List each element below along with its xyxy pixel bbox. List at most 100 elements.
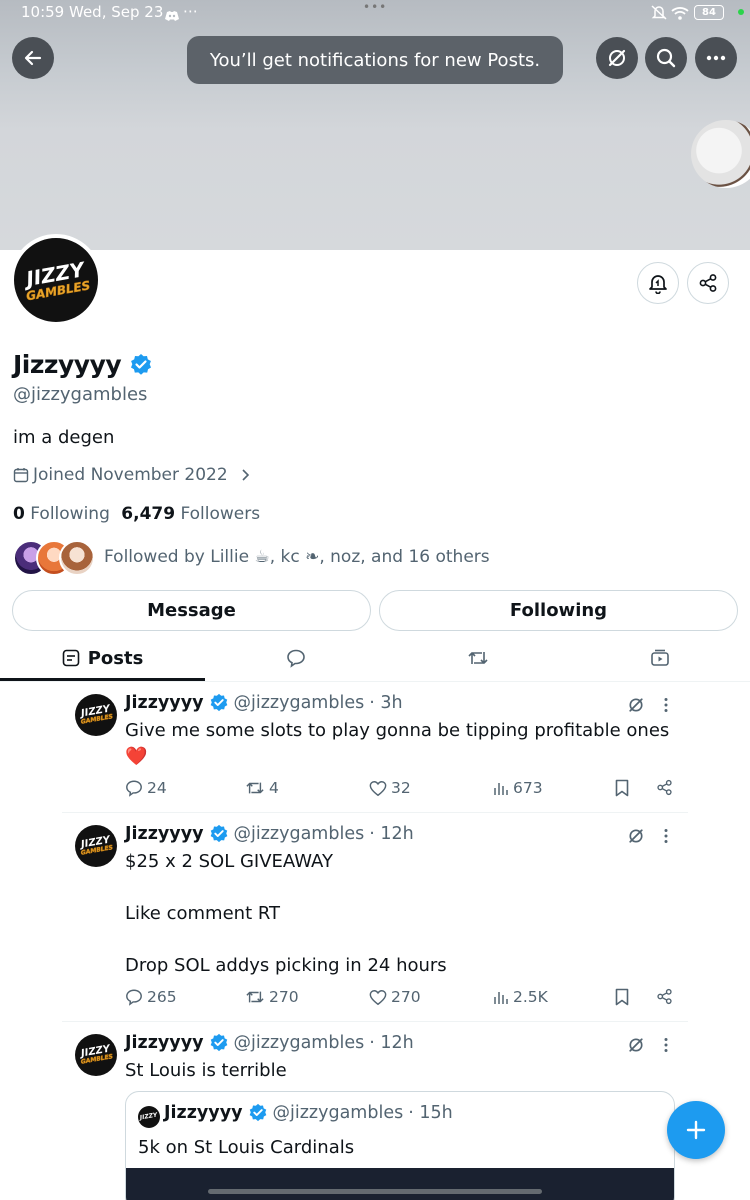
joined-date-row[interactable]: Joined November 2022: [13, 465, 252, 485]
profile-avatar[interactable]: JIZZY GAMBLES: [10, 234, 102, 326]
follow-stats: 0 Following 6,479 Followers: [13, 504, 260, 524]
bookmark-button[interactable]: [614, 988, 630, 1006]
joined-date: Joined November 2022: [33, 465, 228, 485]
verified-badge-icon: [210, 824, 227, 843]
post-grok-button[interactable]: [627, 827, 645, 849]
more-vertical-icon: [664, 1038, 668, 1052]
grok-icon: [629, 698, 643, 712]
notifications-bell-button[interactable]: [637, 262, 679, 304]
heart-icon: [369, 780, 387, 796]
share-button[interactable]: [656, 988, 673, 1005]
grok-icon: [629, 829, 643, 843]
post-time: · 12h: [369, 1033, 414, 1053]
media-icon: [650, 649, 669, 666]
followed-by-text[interactable]: Followed by Lillie ☕, kc ❧, noz, and 16 …: [104, 547, 490, 567]
followed-by-avatars[interactable]: [13, 540, 95, 576]
reply-icon: [126, 989, 142, 1006]
post-text: $25 x 2 SOL GIVEAWAY Like comment RT Dro…: [125, 851, 447, 976]
post-author-name[interactable]: Jizzyyyy: [125, 1033, 204, 1053]
profile-tabs: Posts: [0, 635, 750, 682]
views-chart-icon: [494, 783, 508, 795]
post-avatar[interactable]: JIZZY GAMBLES: [75, 825, 117, 867]
repost-button[interactable]: 4: [245, 779, 279, 797]
post-header: Jizzyyyy @jizzygambles · 12h: [125, 824, 414, 844]
following-stat[interactable]: 0 Following: [13, 504, 110, 524]
post-author-name[interactable]: Jizzyyyy: [125, 693, 204, 713]
mute-icon: [651, 5, 667, 24]
share-button[interactable]: [656, 779, 673, 796]
post-avatar-logo: JIZZY GAMBLES: [79, 1044, 114, 1066]
post-text: St Louis is terrible: [125, 1060, 287, 1081]
grok-button[interactable]: [596, 37, 638, 79]
reply-icon: [126, 780, 142, 797]
tab-media[interactable]: [569, 635, 750, 681]
followers-label: Followers: [180, 504, 261, 524]
post-actions: 24 4 32 673: [125, 779, 675, 803]
quoted-avatar-logo: JIZZY: [139, 1111, 159, 1122]
quoted-post-text: 5k on St Louis Cardinals: [138, 1137, 355, 1158]
post-avatar-logo: JIZZY GAMBLES: [79, 704, 114, 726]
post-grok-button[interactable]: [627, 1036, 645, 1058]
quoted-author-name: Jizzyyyy: [164, 1103, 243, 1123]
repost-count: 270: [269, 988, 299, 1006]
post-more-button[interactable]: [663, 828, 669, 848]
tab-posts[interactable]: Posts: [0, 635, 205, 681]
post-author-handle: @jizzygambles: [233, 693, 365, 713]
post-item[interactable]: JIZZY GAMBLES Jizzyyyy @jizzygambles · 12…: [62, 813, 688, 1022]
share-icon: [657, 779, 672, 796]
verified-badge-icon: [210, 693, 227, 712]
followers-stat[interactable]: 6,479 Followers: [121, 504, 260, 524]
following-button[interactable]: Following: [379, 590, 738, 631]
tab-replies[interactable]: [205, 635, 387, 681]
post-avatar-logo: JIZZY GAMBLES: [79, 835, 114, 857]
compose-post-button[interactable]: [667, 1101, 725, 1159]
post-grok-button[interactable]: [627, 696, 645, 718]
tab-posts-label: Posts: [87, 647, 144, 669]
more-options-button[interactable]: [695, 37, 737, 79]
notification-toast: You’ll get notifications for new Posts.: [187, 36, 563, 84]
wifi-icon: [671, 5, 689, 24]
post-more-button[interactable]: [663, 697, 669, 717]
profile-screen: 10:59 Wed, Sep 23 ⋯ ••• 84 You’ll get no…: [0, 0, 750, 1200]
back-button[interactable]: [12, 37, 54, 79]
post-author-name[interactable]: Jizzyyyy: [125, 824, 204, 844]
reply-button[interactable]: 24: [125, 779, 167, 797]
view-count: 2.5K: [513, 988, 548, 1006]
active-tab-indicator: [0, 678, 205, 681]
repost-button[interactable]: 270: [245, 988, 299, 1006]
quoted-post[interactable]: JIZZY Jizzyyyy @jizzygambles · 15h 5k on…: [125, 1091, 675, 1200]
profile-name-row: Jizzyyyy: [13, 350, 153, 379]
repost-count: 4: [269, 779, 279, 797]
follower-avatar-3: [59, 540, 95, 576]
search-button[interactable]: [645, 37, 687, 79]
bookmark-button[interactable]: [614, 779, 630, 797]
chevron-right-icon: [242, 469, 249, 481]
back-arrow-icon: [24, 50, 42, 66]
calendar-icon: [13, 468, 29, 483]
reply-button[interactable]: 265: [125, 988, 177, 1006]
like-button[interactable]: 270: [369, 988, 421, 1006]
bookmark-icon: [615, 988, 629, 1006]
views-chart-icon: [494, 992, 508, 1004]
post-avatar[interactable]: JIZZY GAMBLES: [75, 1034, 117, 1076]
status-date: Wed, Sep 23: [69, 3, 164, 21]
share-icon: [657, 988, 672, 1005]
post-time: · 12h: [369, 824, 414, 844]
quoted-post-media[interactable]: [126, 1168, 674, 1200]
following-label: Following: [30, 504, 110, 524]
reply-count: 24: [147, 779, 167, 797]
post-more-button[interactable]: [663, 1037, 669, 1057]
like-button[interactable]: 32: [369, 779, 411, 797]
post-actions: 265 270 270 2.5K: [125, 988, 675, 1012]
views-button[interactable]: 2.5K: [493, 988, 548, 1006]
views-button[interactable]: 673: [493, 779, 543, 797]
home-indicator[interactable]: [208, 1189, 542, 1194]
share-profile-button[interactable]: [687, 262, 729, 304]
post-item[interactable]: JIZZY GAMBLES Jizzyyyy @jizzygambles · 3h…: [62, 682, 688, 813]
repost-icon: [468, 652, 488, 664]
quoted-post-time: · 15h: [408, 1103, 453, 1123]
post-avatar[interactable]: JIZZY GAMBLES: [75, 694, 117, 736]
following-count: 0: [13, 504, 25, 524]
message-button[interactable]: Message: [12, 590, 371, 631]
tab-reposts[interactable]: [387, 635, 569, 681]
